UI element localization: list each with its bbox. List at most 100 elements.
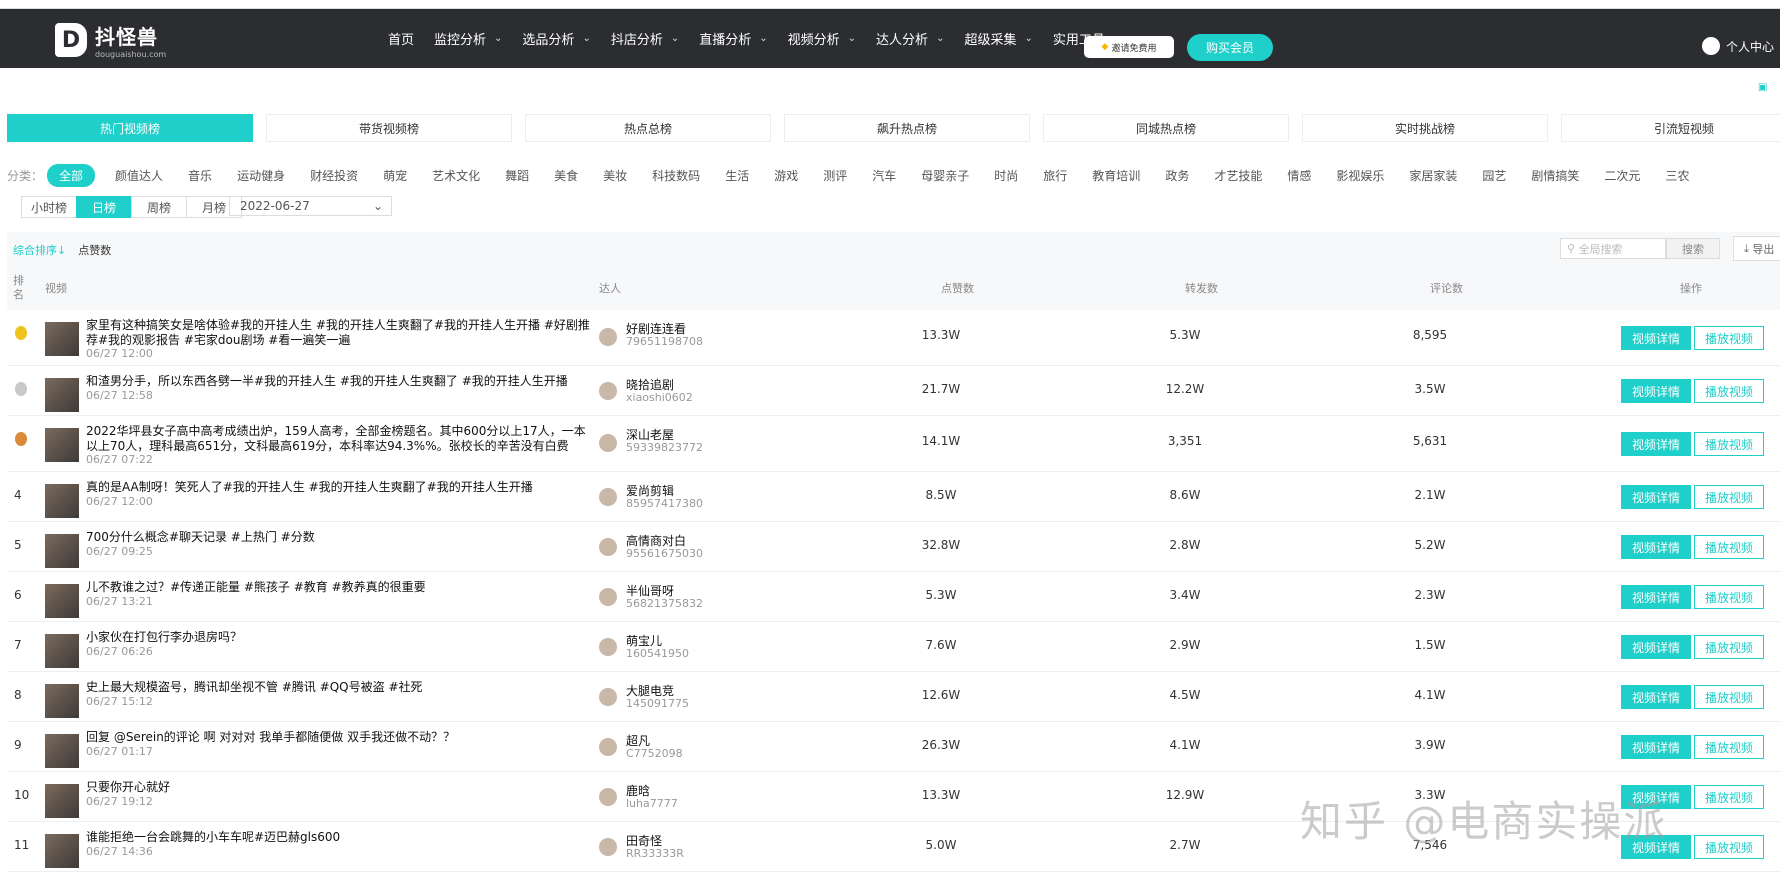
nav-talent[interactable]: 达人分析 ⌄ — [876, 29, 944, 48]
nav-video[interactable]: 视频分析 ⌄ — [788, 29, 856, 48]
video-thumbnail[interactable] — [45, 684, 79, 718]
video-detail-button[interactable]: 视频详情 — [1621, 326, 1691, 350]
video-title[interactable]: 儿不教谁之过？#传递正能量 #熊孩子 #教育 #教养真的很重要 — [86, 580, 591, 595]
video-thumbnail[interactable] — [45, 484, 79, 518]
video-thumbnail[interactable] — [45, 534, 79, 568]
tab-rising[interactable]: 飙升热点榜 — [784, 114, 1030, 142]
category-item[interactable]: 汽车 — [872, 167, 896, 184]
nav-product[interactable]: 选品分析 ⌄ — [522, 29, 590, 48]
video-title[interactable]: 700分什么概念#聊天记录 #上热门 #分数 — [86, 530, 591, 545]
avatar[interactable] — [599, 382, 617, 400]
search-button[interactable]: 搜索 — [1666, 238, 1720, 259]
avatar[interactable] — [599, 638, 617, 656]
video-detail-button[interactable]: 视频详情 — [1621, 735, 1691, 759]
video-title[interactable]: 和渣男分手，所以东西各劈一半#我的开挂人生 #我的开挂人生爽翻了 #我的开挂人生… — [86, 374, 591, 389]
category-item[interactable]: 剧情搞笑 — [1531, 167, 1579, 184]
category-item[interactable]: 财经投资 — [310, 167, 358, 184]
category-item[interactable]: 生活 — [725, 167, 749, 184]
video-title[interactable]: 只要你开心就好 — [86, 780, 591, 795]
video-thumbnail[interactable] — [45, 322, 79, 356]
period-day[interactable]: 日榜 — [76, 196, 132, 218]
category-item[interactable]: 政务 — [1165, 167, 1189, 184]
category-item[interactable]: 三农 — [1665, 167, 1689, 184]
tab-local[interactable]: 同城热点榜 — [1043, 114, 1289, 142]
video-title[interactable]: 小家伙在打包行李办退房吗？ — [86, 630, 591, 645]
category-item[interactable]: 教育培训 — [1092, 167, 1140, 184]
nav-home[interactable]: 首页 — [388, 29, 414, 48]
play-video-button[interactable]: 播放视频 — [1694, 432, 1764, 456]
category-item[interactable]: 测评 — [823, 167, 847, 184]
period-week[interactable]: 周榜 — [131, 196, 187, 218]
buy-member-button[interactable]: 购买会员 — [1187, 34, 1273, 61]
sort-likes[interactable]: 点赞数 — [78, 242, 111, 258]
category-item[interactable]: 美食 — [554, 167, 578, 184]
category-item[interactable]: 美妆 — [603, 167, 627, 184]
category-item[interactable]: 才艺技能 — [1214, 167, 1262, 184]
export-button[interactable]: ⤓ 导出 — [1733, 236, 1780, 261]
category-item[interactable]: 家居家装 — [1409, 167, 1457, 184]
category-item[interactable]: 艺术文化 — [432, 167, 480, 184]
category-item[interactable]: 游戏 — [774, 167, 798, 184]
video-thumbnail[interactable] — [45, 734, 79, 768]
user-center[interactable]: 个人中心 — [1702, 37, 1774, 55]
category-item[interactable]: 母婴亲子 — [921, 167, 969, 184]
play-video-button[interactable]: 播放视频 — [1694, 785, 1764, 809]
play-video-button[interactable]: 播放视频 — [1694, 635, 1764, 659]
nav-monitor[interactable]: 监控分析 ⌄ — [434, 29, 502, 48]
logo[interactable]: D 抖怪兽 douguaishou.com — [55, 21, 166, 59]
avatar[interactable] — [599, 588, 617, 606]
category-item[interactable]: 全部 — [47, 164, 96, 187]
play-video-button[interactable]: 播放视频 — [1694, 585, 1764, 609]
video-detail-button[interactable]: 视频详情 — [1621, 585, 1691, 609]
play-video-button[interactable]: 播放视频 — [1694, 835, 1764, 859]
category-item[interactable]: 园艺 — [1482, 167, 1506, 184]
tab-sales-video[interactable]: 带货视频榜 — [266, 114, 512, 142]
play-video-button[interactable]: 播放视频 — [1694, 685, 1764, 709]
tab-hot-total[interactable]: 热点总榜 — [525, 114, 771, 142]
video-title[interactable]: 2022华坪县女子高中高考成绩出炉，159人高考，全部金榜题名。其中600分以上… — [86, 424, 591, 454]
video-thumbnail[interactable] — [45, 634, 79, 668]
category-item[interactable]: 舞蹈 — [505, 167, 529, 184]
category-item[interactable]: 时尚 — [994, 167, 1018, 184]
tab-traffic[interactable]: 引流短视频 — [1561, 114, 1780, 142]
play-video-button[interactable]: 播放视频 — [1694, 735, 1764, 759]
video-detail-button[interactable]: 视频详情 — [1621, 432, 1691, 456]
nav-shop[interactable]: 抖店分析 ⌄ — [611, 29, 679, 48]
video-thumbnail[interactable] — [45, 784, 79, 818]
video-thumbnail[interactable] — [45, 584, 79, 618]
play-video-button[interactable]: 播放视频 — [1694, 326, 1764, 350]
category-item[interactable]: 颜值达人 — [115, 167, 163, 184]
category-item[interactable]: 运动健身 — [237, 167, 285, 184]
camera-icon[interactable]: ▣ — [1758, 82, 1767, 93]
video-detail-button[interactable]: 视频详情 — [1621, 535, 1691, 559]
avatar[interactable] — [599, 838, 617, 856]
video-detail-button[interactable]: 视频详情 — [1621, 379, 1691, 403]
play-video-button[interactable]: 播放视频 — [1694, 535, 1764, 559]
tab-hot-video[interactable]: 热门视频榜 — [7, 114, 253, 142]
avatar[interactable] — [599, 488, 617, 506]
category-item[interactable]: 影视娱乐 — [1336, 167, 1384, 184]
avatar[interactable] — [599, 688, 617, 706]
avatar[interactable] — [599, 788, 617, 806]
video-title[interactable]: 回复 @Serein的评论 啊 对对对 我单手都随便做 双手我还做不动？？ — [86, 730, 591, 745]
video-detail-button[interactable]: 视频详情 — [1621, 635, 1691, 659]
avatar[interactable] — [599, 738, 617, 756]
nav-live[interactable]: 直播分析 ⌄ — [699, 29, 767, 48]
category-item[interactable]: 情感 — [1287, 167, 1311, 184]
avatar[interactable] — [599, 328, 617, 346]
play-video-button[interactable]: 播放视频 — [1694, 485, 1764, 509]
video-thumbnail[interactable] — [45, 428, 79, 462]
category-item[interactable]: 二次元 — [1604, 167, 1640, 184]
tab-challenge[interactable]: 实时挑战榜 — [1302, 114, 1548, 142]
video-title[interactable]: 真的是AA制呀！笑死人了#我的开挂人生 #我的开挂人生爽翻了#我的开挂人生开播 — [86, 480, 591, 495]
video-title[interactable]: 史上最大规模盗号，腾讯却坐视不管 #腾讯 #QQ号被盗 #社死 — [86, 680, 591, 695]
avatar[interactable] — [599, 434, 617, 452]
category-item[interactable]: 萌宠 — [383, 167, 407, 184]
category-item[interactable]: 科技数码 — [652, 167, 700, 184]
period-hour[interactable]: 小时榜 — [21, 196, 77, 218]
date-picker[interactable]: 2022-06-27 ⌄ — [229, 196, 392, 216]
category-item[interactable]: 音乐 — [188, 167, 212, 184]
video-title[interactable]: 家里有这种搞笑女是啥体验#我的开挂人生 #我的开挂人生爽翻了#我的开挂人生开播 … — [86, 318, 591, 348]
nav-collect[interactable]: 超级采集 ⌄ — [964, 29, 1032, 48]
search-input[interactable]: ⚲ 全局搜索 — [1560, 238, 1666, 259]
